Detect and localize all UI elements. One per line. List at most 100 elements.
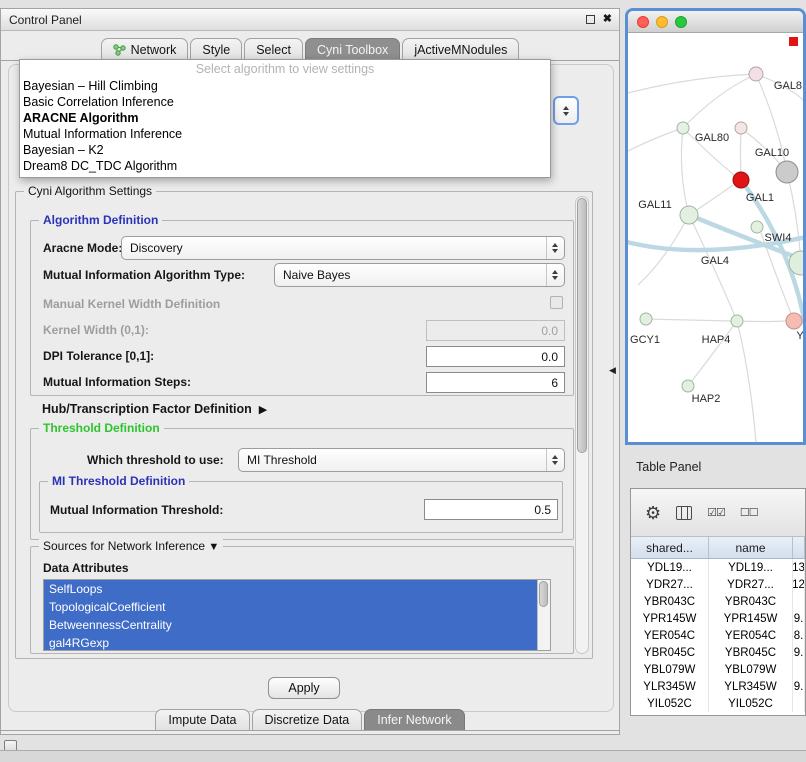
- attribute-item[interactable]: SelfLoops: [44, 580, 537, 598]
- network-node[interactable]: [776, 161, 798, 183]
- network-node[interactable]: [786, 313, 802, 329]
- scrollbar-thumb[interactable]: [577, 198, 587, 453]
- network-edge[interactable]: [787, 172, 801, 263]
- dpi-tolerance-input[interactable]: 0.0: [426, 346, 565, 367]
- kernel-width-input[interactable]: 0.0: [426, 320, 565, 341]
- table-row[interactable]: YBR043CYBR043C: [631, 593, 805, 610]
- table-cell: [793, 695, 805, 712]
- combo-stepper-icon: [546, 237, 563, 259]
- mi-threshold-input[interactable]: 0.5: [424, 499, 558, 520]
- network-edge[interactable]: [737, 321, 756, 442]
- network-node[interactable]: [677, 122, 689, 134]
- table-row[interactable]: YBL079WYBL079W: [631, 661, 805, 678]
- mac-close-button[interactable]: [637, 16, 649, 28]
- network-node[interactable]: [751, 221, 763, 233]
- table-row[interactable]: YIL052CYIL052C: [631, 695, 805, 712]
- tab-discretize-data[interactable]: Discretize Data: [252, 709, 363, 730]
- which-threshold-combo[interactable]: MI Threshold: [238, 448, 565, 472]
- mi-steps-input[interactable]: 6: [426, 372, 565, 393]
- gear-icon[interactable]: ⚙: [645, 504, 661, 522]
- close-panel-icon[interactable]: ✖: [603, 12, 612, 25]
- combo-value: Naive Bayes: [275, 268, 546, 282]
- network-canvas[interactable]: GAL8GAL80GAL10GAL11GAL1SWI4GAL4GCY1HAP4H…: [628, 33, 803, 442]
- tab-impute-data[interactable]: Impute Data: [155, 709, 249, 730]
- which-threshold-label: Which threshold to use:: [87, 453, 224, 467]
- network-graph[interactable]: GAL8GAL80GAL10GAL11GAL1SWI4GAL4GCY1HAP4H…: [628, 33, 803, 442]
- mi-steps-label: Mutual Information Steps:: [43, 375, 191, 389]
- table-row[interactable]: YER054CYER054C8.: [631, 627, 805, 644]
- scrollbar-thumb[interactable]: [539, 581, 548, 607]
- network-node-label: Y: [796, 330, 803, 342]
- tab-cyni-toolbox[interactable]: Cyni Toolbox: [305, 38, 400, 60]
- table-cell: YDL19...: [709, 559, 793, 576]
- column-header[interactable]: name: [709, 537, 793, 558]
- data-attributes-list[interactable]: SelfLoopsTopologicalCoefficientBetweenne…: [43, 579, 551, 651]
- table-row[interactable]: YDL19...YDL19...13: [631, 559, 805, 576]
- float-window-icon[interactable]: [586, 15, 595, 24]
- mac-zoom-button[interactable]: [675, 16, 687, 28]
- tab-infer-network[interactable]: Infer Network: [364, 709, 464, 730]
- algorithm-option[interactable]: Bayesian – Hill Climbing: [20, 78, 550, 94]
- bottom-divider-bar: [0, 750, 806, 762]
- table-header: shared...name: [631, 537, 805, 559]
- network-node[interactable]: [733, 172, 749, 188]
- cyni-algorithm-settings-group: Cyni Algorithm Settings Algorithm Defini…: [15, 191, 593, 659]
- panel-collapse-arrow[interactable]: ◀: [609, 365, 616, 376]
- network-edge[interactable]: [646, 319, 731, 321]
- tab-style[interactable]: Style: [190, 38, 242, 60]
- network-edge[interactable]: [737, 321, 786, 322]
- settings-group-title: Cyni Algorithm Settings: [24, 184, 156, 198]
- select-all-icon[interactable]: ☑☑: [707, 506, 725, 519]
- tab-network[interactable]: Network: [101, 38, 189, 60]
- attribute-item[interactable]: BetweennessCentrality: [44, 616, 537, 634]
- network-edge[interactable]: [681, 128, 689, 215]
- mac-minimize-button[interactable]: [656, 16, 668, 28]
- network-edge[interactable]: [628, 128, 683, 151]
- network-edge[interactable]: [628, 74, 756, 93]
- deselect-all-icon[interactable]: ☐☐: [740, 506, 758, 519]
- column-header[interactable]: shared...: [631, 537, 709, 558]
- algorithm-option[interactable]: Basic Correlation Inference: [20, 94, 550, 110]
- control-panel: Control Panel ✖ NetworkStyleSelectCyni T…: [0, 8, 620, 735]
- attribute-item[interactable]: TopologicalCoefficient: [44, 598, 537, 616]
- network-node-label: GAL4: [701, 255, 729, 267]
- manual-kernel-checkbox[interactable]: [550, 296, 563, 309]
- table-row[interactable]: YDR27...YDR27...12: [631, 576, 805, 593]
- network-node[interactable]: [682, 380, 694, 392]
- algorithm-option[interactable]: Bayesian – K2: [20, 142, 550, 158]
- network-edge[interactable]: [683, 74, 756, 128]
- aracne-mode-combo[interactable]: Discovery: [121, 236, 565, 260]
- network-node[interactable]: [640, 313, 652, 325]
- column-header[interactable]: [793, 537, 805, 558]
- network-node[interactable]: [749, 67, 763, 81]
- table-cell: YER054C: [709, 627, 793, 644]
- network-node-label: GAL8: [774, 80, 802, 92]
- table-row[interactable]: YLR345WYLR345W9.: [631, 678, 805, 695]
- table-toolbar: ⚙ ☑☑ ☐☐: [631, 489, 805, 537]
- tab-jactivemnodules[interactable]: jActiveMNodules: [402, 38, 519, 60]
- network-edge[interactable]: [688, 321, 737, 386]
- apply-button[interactable]: Apply: [268, 677, 340, 699]
- control-panel-tab-bar: NetworkStyleSelectCyni ToolboxjActiveMNo…: [1, 38, 619, 60]
- table-row[interactable]: YPR145WYPR145W9.: [631, 610, 805, 627]
- mi-threshold-label: Mutual Information Threshold:: [50, 503, 223, 517]
- table-cell: YBL079W: [631, 661, 709, 678]
- hub-definition-expander[interactable]: Hub/Transcription Factor Definition ▶: [42, 402, 267, 416]
- algorithm-select-combo[interactable]: [553, 96, 579, 125]
- columns-icon[interactable]: [676, 506, 692, 520]
- table-row[interactable]: YBR045CYBR045C9.: [631, 644, 805, 661]
- algorithm-option[interactable]: ARACNE Algorithm: [20, 110, 550, 126]
- settings-scrollbar[interactable]: [575, 196, 589, 654]
- sources-title[interactable]: Sources for Network Inference ▼: [39, 539, 223, 553]
- tab-select[interactable]: Select: [244, 38, 303, 60]
- network-node[interactable]: [735, 122, 747, 134]
- algorithm-option[interactable]: Dream8 DC_TDC Algorithm: [20, 158, 550, 174]
- network-node[interactable]: [731, 315, 743, 327]
- algorithm-option[interactable]: Mutual Information Inference: [20, 126, 550, 142]
- attribute-item[interactable]: gal4RGexp: [44, 634, 537, 651]
- list-scrollbar[interactable]: [537, 580, 550, 650]
- network-window-titlebar[interactable]: [628, 11, 803, 33]
- bottom-tab-bar: Impute DataDiscretize DataInfer Network: [1, 709, 619, 730]
- network-node[interactable]: [680, 206, 698, 224]
- mi-algorithm-type-combo[interactable]: Naive Bayes: [274, 263, 565, 287]
